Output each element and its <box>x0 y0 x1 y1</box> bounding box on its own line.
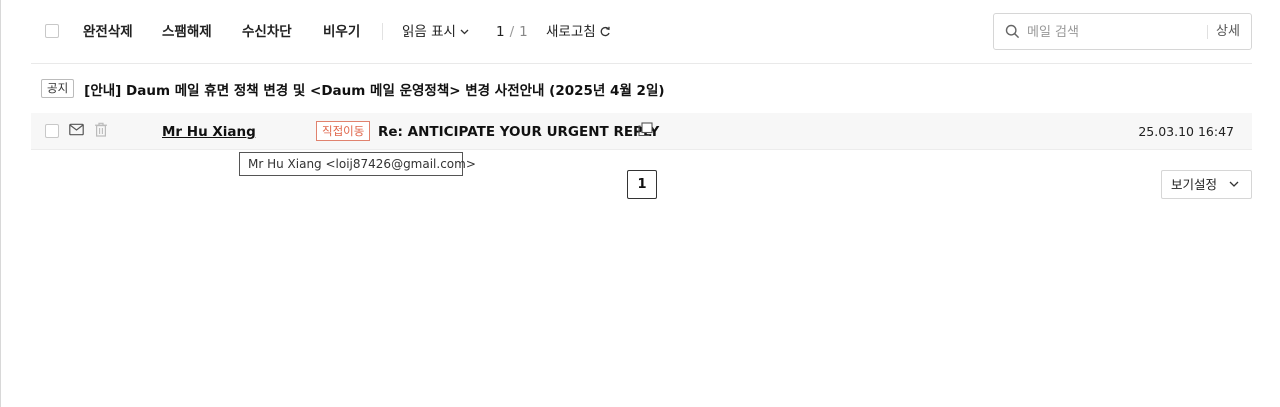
read-mark-label: 읽음 표시 <box>402 24 456 40</box>
read-mark-dropdown[interactable]: 읽음 표시 <box>402 22 469 42</box>
page-counter-total: 1 <box>519 24 528 40</box>
detail-search-button[interactable]: 상세 <box>1216 22 1240 42</box>
trash-icon[interactable] <box>94 122 108 137</box>
envelope-icon[interactable] <box>69 123 84 136</box>
search-icon <box>1005 24 1020 39</box>
view-settings-button[interactable]: 보기설정 <box>1161 170 1252 199</box>
mail-search-box: 상세 <box>993 13 1252 50</box>
chevron-down-icon <box>460 29 469 35</box>
mail-toolbar: 완전삭제 스팸해제 수신차단 비우기 읽음 표시 1/1 새로고침 상세 <box>31 0 1252 64</box>
refresh-icon <box>600 26 610 37</box>
notice-title[interactable]: [안내] Daum 메일 휴면 정책 변경 및 <Daum 메일 운영정책> 변… <box>84 79 664 99</box>
search-input[interactable] <box>1027 22 1197 42</box>
view-settings-label: 보기설정 <box>1171 177 1218 192</box>
select-all-checkbox[interactable] <box>45 24 59 38</box>
delete-permanently-button[interactable]: 완전삭제 <box>83 22 133 42</box>
toolbar-divider <box>382 23 383 40</box>
refresh-button[interactable]: 새로고침 <box>546 22 611 42</box>
refresh-label: 새로고침 <box>546 24 596 40</box>
chevron-down-icon <box>1229 181 1239 187</box>
spam-release-button[interactable]: 스팸해제 <box>162 22 212 42</box>
notice-badge: 공지 <box>41 79 75 98</box>
mail-subject[interactable]: Re: ANTICIPATE YOUR URGENT REPLY <box>378 122 659 142</box>
page-counter: 1/1 <box>496 22 528 42</box>
copy-icon[interactable] <box>638 122 653 137</box>
block-sender-button[interactable]: 수신차단 <box>242 22 292 42</box>
page-counter-separator: / <box>509 24 515 40</box>
direct-move-badge[interactable]: 직접이동 <box>316 121 371 141</box>
mail-row[interactable]: Mr Hu Xiang 직접이동 Re: ANTICIPATE YOUR URG… <box>31 113 1252 150</box>
notice-row[interactable]: 공지 [안내] Daum 메일 휴면 정책 변경 및 <Daum 메일 운영정책>… <box>41 78 665 102</box>
empty-button[interactable]: 비우기 <box>323 22 360 42</box>
sender-tooltip: Mr Hu Xiang <loij87426@gmail.com> <box>239 152 476 176</box>
mail-page: 완전삭제 스팸해제 수신차단 비우기 읽음 표시 1/1 새로고침 상세 공지[… <box>0 0 1280 407</box>
search-divider <box>1207 25 1208 39</box>
page-counter-current: 1 <box>496 24 505 40</box>
mail-sender[interactable]: Mr Hu Xiang <box>162 122 256 142</box>
mail-checkbox[interactable] <box>45 124 59 138</box>
mail-date: 25.03.10 16:47 <box>1138 124 1234 139</box>
pagination-page-button[interactable]: 1 <box>627 170 657 199</box>
